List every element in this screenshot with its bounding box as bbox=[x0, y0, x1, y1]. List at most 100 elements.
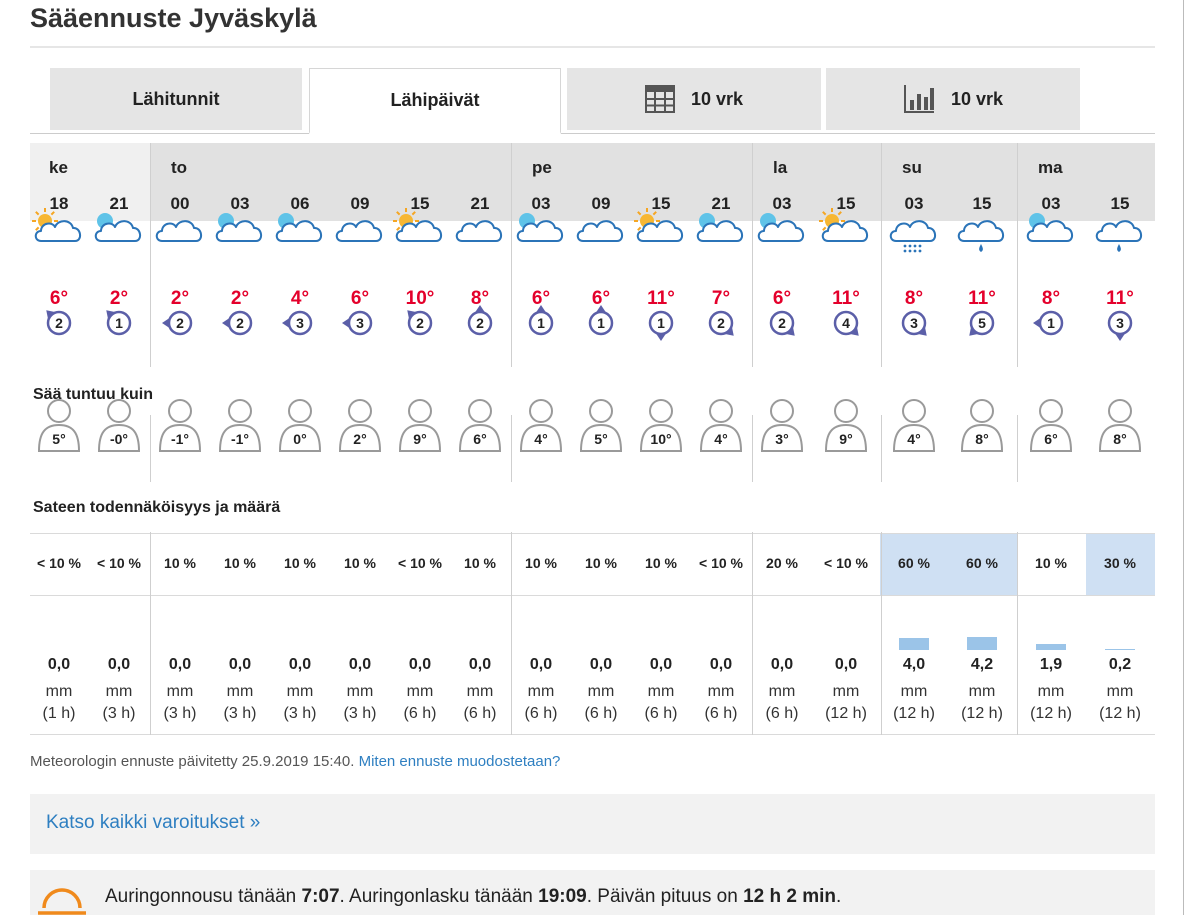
rain-amount: 0,2 bbox=[1108, 656, 1132, 673]
day-length-label: . Päivän pituus on bbox=[586, 886, 744, 907]
rain-amount: 0,0 bbox=[288, 656, 312, 673]
wind-speed: 1 bbox=[657, 315, 665, 331]
day-separator bbox=[881, 532, 882, 735]
feels-like: 4° bbox=[891, 397, 937, 453]
partly-cloudy-night-icon bbox=[1026, 213, 1073, 242]
wind-speed: 3 bbox=[1116, 315, 1124, 331]
feels-like-value: 8° bbox=[975, 431, 989, 447]
precip-probability: 10 % bbox=[464, 555, 496, 571]
rain-amount: 4,0 bbox=[902, 656, 926, 673]
feels-like: 4° bbox=[698, 397, 744, 453]
rain-cloud-icon bbox=[1095, 220, 1142, 252]
feels-like: 5° bbox=[36, 397, 82, 453]
feels-like-value: 2° bbox=[353, 431, 367, 447]
day-label-la: la bbox=[773, 158, 788, 177]
rain-unit: mm bbox=[768, 683, 796, 700]
rain-period: (6 h) bbox=[704, 705, 738, 722]
feels-like: -1° bbox=[157, 397, 203, 453]
feels-like: 10° bbox=[638, 397, 684, 453]
page-title: Sääennuste Jyväskylä bbox=[30, 3, 317, 33]
feels-like-value: -0° bbox=[109, 431, 129, 447]
day-separator bbox=[511, 143, 512, 367]
rain-unit: mm bbox=[466, 683, 494, 700]
rain-amount: 0,0 bbox=[589, 656, 613, 673]
feels-like-value: 10° bbox=[650, 431, 672, 447]
forecast-method-link[interactable]: Miten ennuste muodostetaan? bbox=[359, 753, 561, 770]
rain-period: (3 h) bbox=[102, 705, 136, 722]
wind-indicator: 1 bbox=[1033, 305, 1069, 341]
day-label-pe: pe bbox=[532, 158, 552, 177]
feels-like-value: 4° bbox=[534, 431, 548, 447]
rain-period: (6 h) bbox=[644, 705, 678, 722]
snow-cloud-icon bbox=[889, 220, 936, 253]
wind-indicator: 2 bbox=[462, 305, 498, 341]
sunset-time: 19:09 bbox=[538, 886, 587, 907]
wind-indicator: 5 bbox=[964, 305, 1000, 341]
rain-amount-bar bbox=[899, 638, 929, 650]
day-separator bbox=[752, 415, 753, 482]
day-label-su: su bbox=[902, 158, 922, 177]
wind-speed: 1 bbox=[1047, 315, 1055, 331]
tab-lahitunnit[interactable]: Lähitunnit bbox=[50, 68, 302, 133]
page-edge bbox=[1183, 0, 1184, 915]
all-warnings-link[interactable]: Katso kaikki varoitukset » bbox=[46, 812, 260, 834]
tab-lahipaivat[interactable]: Lähipäivät bbox=[309, 68, 561, 134]
wind-speed: 2 bbox=[236, 315, 244, 331]
update-text: Meteorologin ennuste päivitetty 25.9.201… bbox=[30, 753, 355, 770]
rain-period: (12 h) bbox=[825, 705, 867, 722]
warnings-box: Katso kaikki varoitukset » bbox=[30, 794, 1155, 854]
rain-unit: mm bbox=[286, 683, 314, 700]
rain-period: (12 h) bbox=[1030, 705, 1072, 722]
tab-label: Lähipäivät bbox=[390, 90, 480, 110]
partly-cloudy-night-icon bbox=[696, 213, 743, 242]
feels-like: 8° bbox=[1097, 397, 1143, 453]
rain-period: (6 h) bbox=[463, 705, 497, 722]
wind-speed: 1 bbox=[115, 315, 123, 331]
rain-unit: mm bbox=[968, 683, 996, 700]
day-separator bbox=[1017, 143, 1018, 367]
partly-sunny-icon bbox=[32, 208, 81, 242]
wind-speed: 2 bbox=[476, 315, 484, 331]
cloudy-night-icon bbox=[94, 213, 141, 242]
rain-amount-bar bbox=[1036, 644, 1066, 650]
feels-like: -1° bbox=[217, 397, 263, 453]
tab-10vrk-table[interactable]: 10 vrk bbox=[567, 68, 821, 133]
rain-unit: mm bbox=[166, 683, 194, 700]
rain-unit: mm bbox=[647, 683, 675, 700]
rain-unit: mm bbox=[707, 683, 735, 700]
tab-10vrk-chart[interactable]: 10 vrk bbox=[826, 68, 1080, 133]
precip-probability: 10 % bbox=[164, 555, 196, 571]
partly-cloudy-night-icon bbox=[757, 213, 804, 242]
feels-like: 9° bbox=[397, 397, 443, 453]
partly-cloudy-night-icon bbox=[275, 213, 322, 242]
feels-like-value: 4° bbox=[714, 431, 728, 447]
precip-probability: 10 % bbox=[284, 555, 316, 571]
feels-like: 0° bbox=[277, 397, 323, 453]
feels-like: 3° bbox=[759, 397, 805, 453]
table-rule bbox=[30, 734, 1155, 735]
cloudy-icon bbox=[155, 220, 202, 242]
bar-chart-icon bbox=[903, 85, 934, 113]
sunrise-icon bbox=[38, 888, 86, 915]
precip-probability: 10 % bbox=[344, 555, 376, 571]
feels-like-value: 4° bbox=[907, 431, 921, 447]
rain-period: (6 h) bbox=[584, 705, 618, 722]
wind-speed: 2 bbox=[416, 315, 424, 331]
day-label-ma: ma bbox=[1038, 158, 1063, 177]
day-separator bbox=[1017, 532, 1018, 735]
tab-label: 10 vrk bbox=[950, 88, 1004, 109]
precip-probability: 20 % bbox=[766, 555, 798, 571]
wind-indicator: 2 bbox=[764, 305, 800, 341]
wind-speed: 3 bbox=[356, 315, 364, 331]
rain-unit: mm bbox=[527, 683, 555, 700]
wind-speed: 2 bbox=[778, 315, 786, 331]
day-separator bbox=[881, 143, 882, 367]
day-length: 12 h 2 min bbox=[743, 886, 836, 907]
wind-indicator: 1 bbox=[523, 305, 559, 341]
feels-like: 6° bbox=[1028, 397, 1074, 453]
day-label-ke: ke bbox=[49, 158, 68, 177]
tab-label: 10 vrk bbox=[690, 88, 744, 109]
feels-like-value: -1° bbox=[230, 431, 250, 447]
precip-probability: 30 % bbox=[1104, 555, 1136, 571]
rain-amount: 0,0 bbox=[649, 656, 673, 673]
